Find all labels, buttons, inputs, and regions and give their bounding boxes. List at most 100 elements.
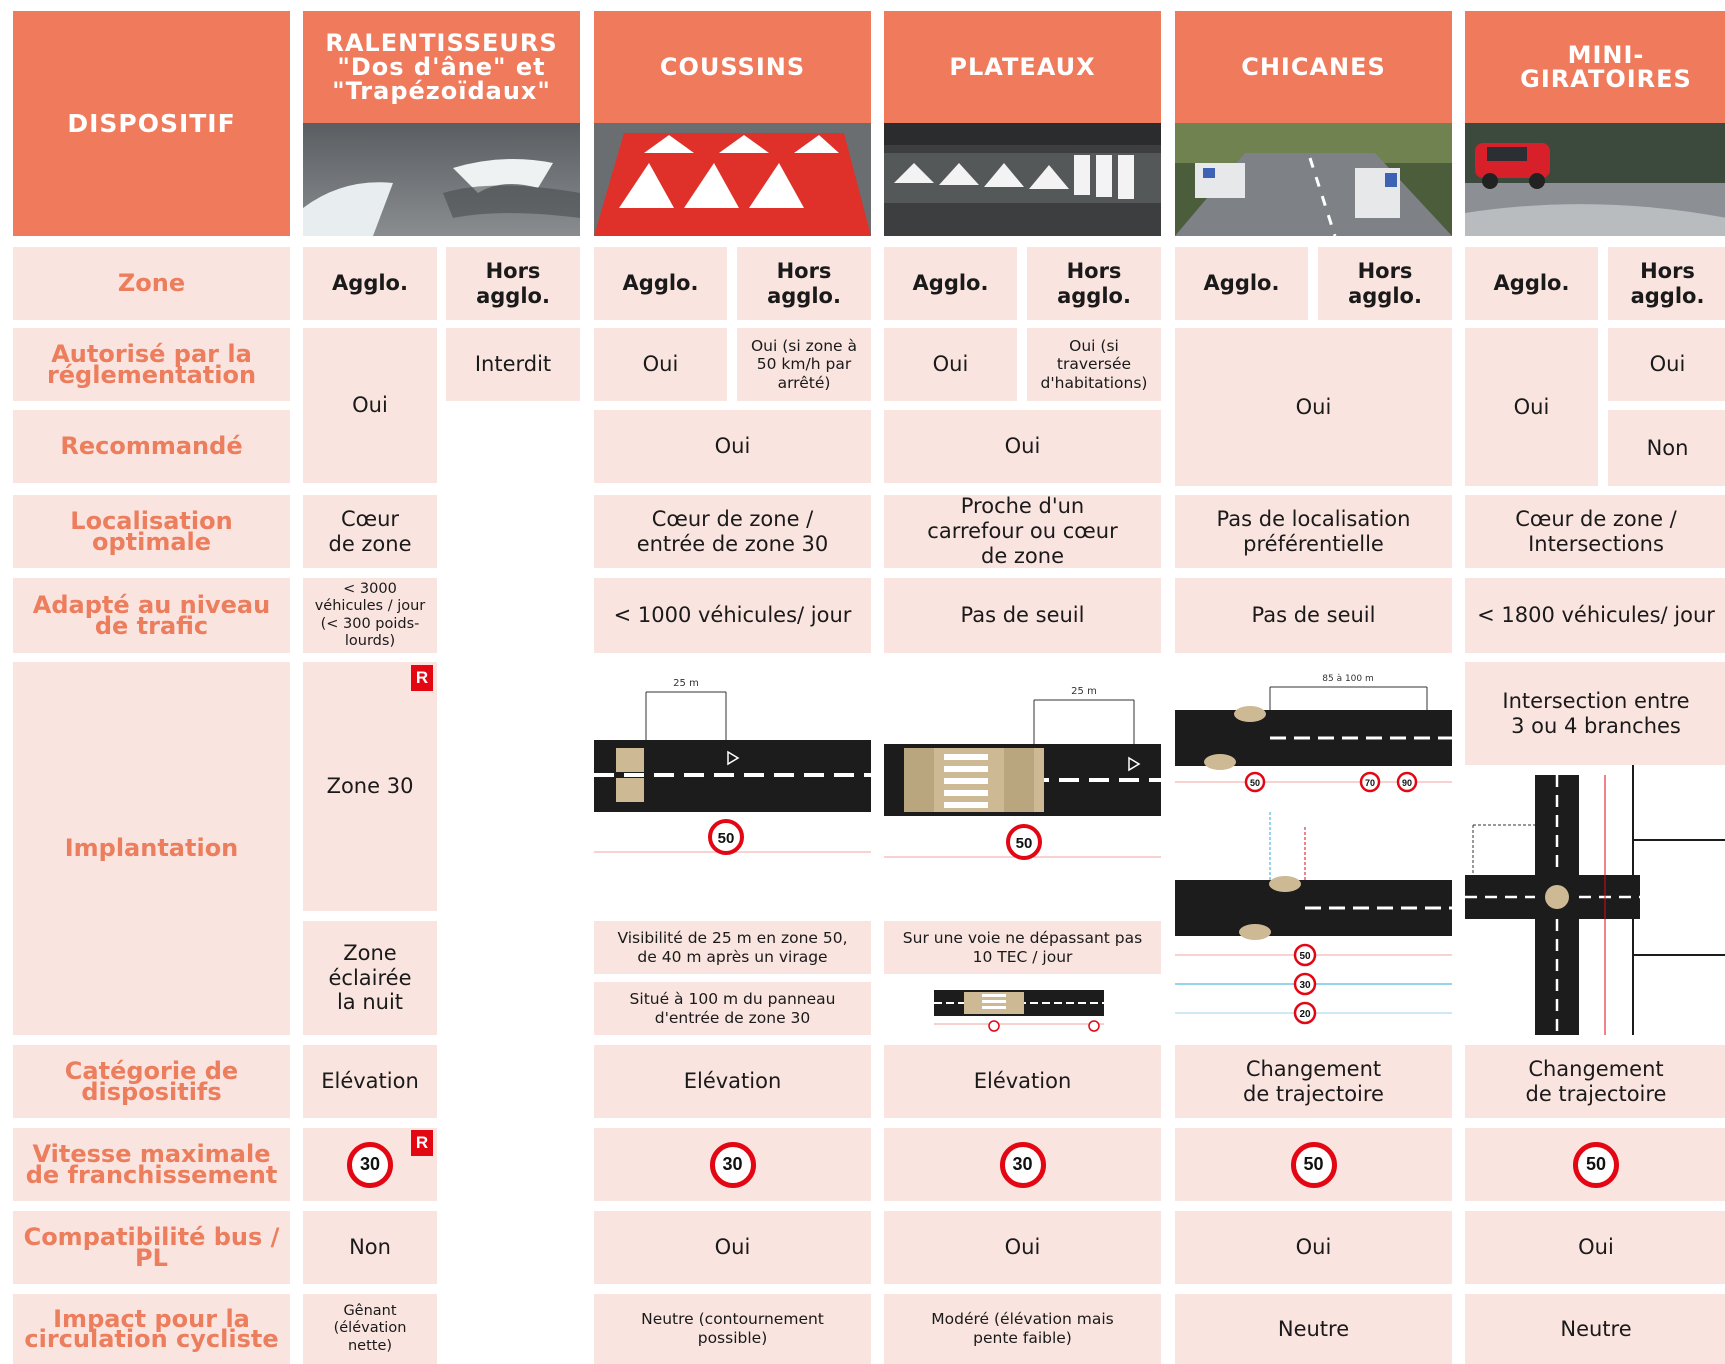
plateaux-bus: Oui <box>884 1211 1161 1284</box>
row-label-cyclo: Impact pour la circulation cycliste <box>13 1294 290 1364</box>
chicanes-cyclo: Neutre <box>1175 1294 1452 1364</box>
coussins-trafic: < 1000 véhicules/ jour <box>594 578 871 653</box>
giratoires-localisation: Cœur de zone / Intersections <box>1465 495 1725 568</box>
coussins-diagram-sign: 50 <box>718 830 735 847</box>
zone-agglo-coussins: Agglo. <box>594 247 727 320</box>
coussins-recommande: Oui <box>594 410 871 483</box>
giratoires-bus: Oui <box>1465 1211 1725 1284</box>
zone-hors-coussins: Hors agglo. <box>737 247 871 320</box>
speed-limit-sign: 30 <box>709 1141 756 1188</box>
photo-coussin <box>594 123 871 236</box>
giratoires-vitesse: 50 <box>1465 1128 1725 1201</box>
coussins-note-visibilite: Visibilité de 25 m en zone 50, de 40 m a… <box>594 921 871 974</box>
giratoires-recommande-hors: Non <box>1608 410 1725 486</box>
chicanes-distance-label: 85 à 100 m <box>1322 674 1374 684</box>
zone-hors-giratoires: Hors agglo. <box>1608 247 1725 320</box>
coussins-distance-label: 25 m <box>673 678 699 689</box>
chicanes-sign-4: 50 <box>1299 951 1311 962</box>
row-label-recommande: Recommandé <box>13 410 290 483</box>
plateaux-diagram-sign: 50 <box>1016 835 1033 852</box>
speed-limit-sign: 50 <box>1290 1141 1337 1188</box>
plateaux-mini-diagram <box>934 982 1104 1035</box>
ralentisseurs-localisation: Cœur de zone <box>303 495 437 568</box>
plateaux-vitesse: 30 <box>884 1128 1161 1201</box>
ralentisseurs-implantation-zone30: Zone 30 <box>303 662 437 911</box>
chicanes-bus: Oui <box>1175 1211 1452 1284</box>
chicanes-sign-6: 20 <box>1299 1009 1311 1020</box>
coussins-categorie: Elévation <box>594 1045 871 1118</box>
chicanes-diagram: 85 à 100 m 50 70 90 50 30 20 <box>1175 662 1452 1035</box>
plateaux-autorise-agglo: Oui <box>884 328 1017 401</box>
photo-ralentisseur <box>303 123 580 236</box>
plateaux-cyclo: Modéré (élévation mais pente faible) <box>884 1294 1161 1364</box>
speed-limit-sign: 30 <box>999 1141 1046 1188</box>
ralentisseurs-cyclo: Gênant (élévation nette) <box>303 1294 437 1364</box>
photo-chicane <box>1175 123 1452 236</box>
coussins-cyclo: Neutre (contournement possible) <box>594 1294 871 1364</box>
giratoires-categorie: Changement de trajectoire <box>1465 1045 1725 1118</box>
coussins-autorise-agglo: Oui <box>594 328 727 401</box>
photo-mini-giratoire <box>1465 123 1725 236</box>
plateaux-note-tec: Sur une voie ne dépassant pas 10 TEC / j… <box>884 921 1161 974</box>
ralentisseurs-autorise-hors: Interdit <box>446 328 580 401</box>
chicanes-sign-3: 90 <box>1402 778 1412 788</box>
plateaux-diagram: 25 m 50 <box>884 662 1161 920</box>
chicanes-sign-2: 70 <box>1365 778 1375 788</box>
zone-agglo-giratoires: Agglo. <box>1465 247 1598 320</box>
row-label-categorie: Catégorie de dispositifs <box>13 1045 290 1118</box>
plateaux-categorie: Elévation <box>884 1045 1161 1118</box>
header-dispositif: DISPOSITIF <box>13 11 290 236</box>
chicanes-vitesse: 50 <box>1175 1128 1452 1201</box>
photo-plateau <box>884 123 1161 236</box>
coussins-diagram: 25 m 50 <box>594 662 871 920</box>
header-mini-giratoires: MINI-GIRATOIRES <box>1465 11 1725 123</box>
chicanes-trafic: Pas de seuil <box>1175 578 1452 653</box>
chicanes-localisation: Pas de localisation préférentielle <box>1175 495 1452 568</box>
plateaux-distance-label: 25 m <box>1071 686 1097 697</box>
plateaux-trafic: Pas de seuil <box>884 578 1161 653</box>
header-coussins: COUSSINS <box>594 11 871 123</box>
row-label-bus: Compatibilité bus / PL <box>13 1211 290 1284</box>
row-label-implantation: Implantation <box>13 662 290 1035</box>
zone-agglo-chicanes: Agglo. <box>1175 247 1308 320</box>
row-label-zone: Zone <box>13 247 290 320</box>
zone-agglo-plateaux: Agglo. <box>884 247 1017 320</box>
ralentisseurs-implantation-eclairee: Zone éclairée la nuit <box>303 921 437 1035</box>
plateaux-autorise-hors: Oui (si traversée d'habitations) <box>1027 328 1161 401</box>
coussins-note-panneau: Situé à 100 m du panneau d'entrée de zon… <box>594 982 871 1035</box>
zone-hors-chicanes: Hors agglo. <box>1318 247 1452 320</box>
row-label-trafic: Adapté au niveau de trafic <box>13 578 290 653</box>
ralentisseurs-autorise-agglo: Oui <box>303 328 437 483</box>
zone-hors-plateaux: Hors agglo. <box>1027 247 1161 320</box>
regulation-badge: R <box>411 665 433 691</box>
row-label-vitesse: Vitesse maximale de franchissement <box>13 1128 290 1201</box>
coussins-bus: Oui <box>594 1211 871 1284</box>
header-chicanes: CHICANES <box>1175 11 1452 123</box>
row-label-autorise: Autorisé par la réglementation <box>13 328 290 401</box>
header-ralentisseurs: RALENTISSEURS "Dos d'âne" et "Trapézoïda… <box>303 11 580 123</box>
coussins-localisation: Cœur de zone / entrée de zone 30 <box>594 495 871 568</box>
speed-limit-sign: 50 <box>1573 1141 1619 1188</box>
giratoires-autorise-agglo: Oui <box>1465 328 1598 486</box>
plateaux-localisation: Proche d'un carrefour ou cœur de zone <box>884 494 1161 568</box>
coussins-autorise-hors: Oui (si zone à 50 km/h par arrêté) <box>737 328 871 401</box>
zone-agglo-ralentisseurs: Agglo. <box>303 247 437 320</box>
giratoires-cyclo: Neutre <box>1465 1294 1725 1364</box>
header-plateaux: PLATEAUX <box>884 11 1161 123</box>
row-label-localisation: Localisation optimale <box>13 495 290 568</box>
regulation-badge-vitesse: R <box>411 1130 433 1156</box>
ralentisseurs-categorie: Elévation <box>303 1045 437 1118</box>
chicanes-sign-1: 50 <box>1250 778 1260 788</box>
plateaux-recommande: Oui <box>884 410 1161 483</box>
ralentisseurs-trafic: < 3000 véhicules / jour (< 300 poids-lou… <box>303 578 437 653</box>
coussins-vitesse: 30 <box>594 1128 871 1201</box>
chicanes-sign-5: 30 <box>1299 980 1311 991</box>
zone-hors-ralentisseurs: Hors agglo. <box>446 247 580 320</box>
chicanes-categorie: Changement de trajectoire <box>1175 1045 1452 1118</box>
giratoires-implantation: Intersection entre 3 ou 4 branches <box>1465 662 1725 765</box>
chicanes-autorise: Oui <box>1175 328 1452 486</box>
giratoires-trafic: < 1800 véhicules/ jour <box>1465 578 1725 653</box>
giratoires-diagram <box>1465 765 1725 1035</box>
giratoires-autorise-hors: Oui <box>1608 328 1725 401</box>
speed-limit-sign: 30 <box>347 1141 393 1188</box>
